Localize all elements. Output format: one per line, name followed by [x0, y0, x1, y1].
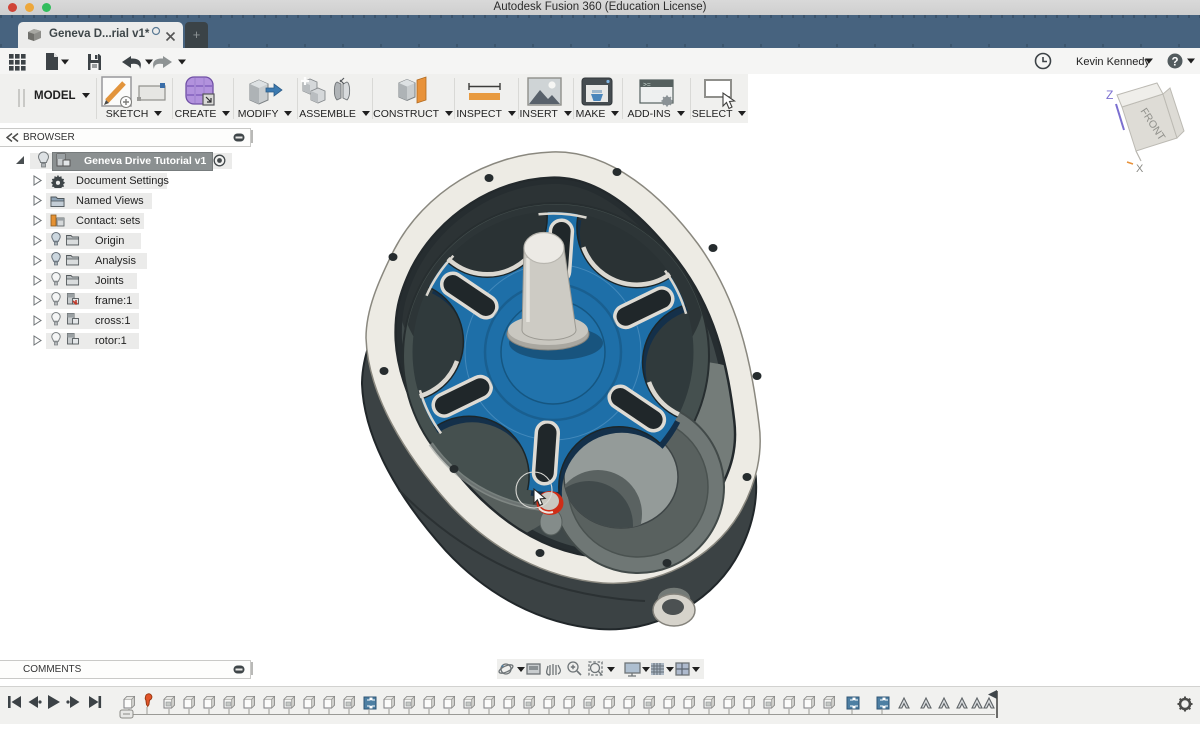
svg-text:Z: Z — [1106, 88, 1113, 102]
svg-text:X: X — [1136, 163, 1144, 175]
